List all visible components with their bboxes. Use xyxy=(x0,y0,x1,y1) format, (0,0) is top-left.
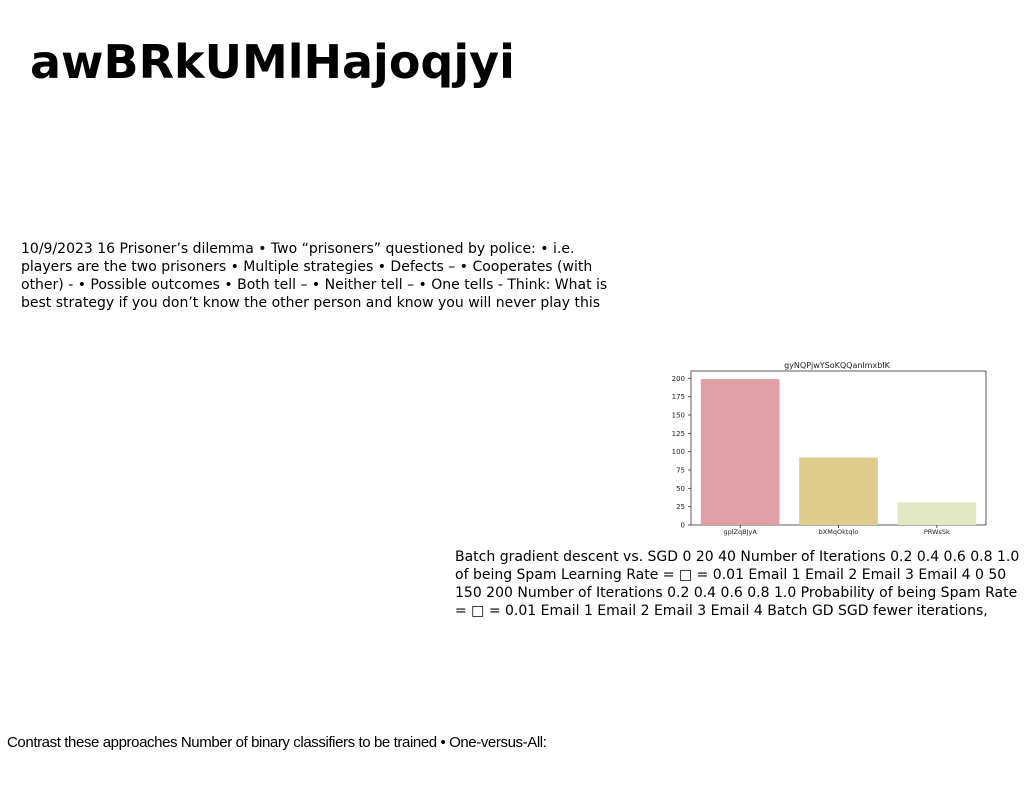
slide-title: awBRkUMlHajoqjyi xyxy=(30,35,515,89)
bar xyxy=(700,379,780,525)
gradient-descent-text: Batch gradient descent vs. SGD 0 20 40 N… xyxy=(455,549,1020,619)
y-tick-label: 50 xyxy=(676,485,685,493)
x-tick-label: bXMqOktqlo xyxy=(819,528,859,536)
y-tick-label: 175 xyxy=(672,393,685,401)
prisoners-dilemma-text: 10/9/2023 16 Prisoner’s dilemma • Two “p… xyxy=(21,241,608,311)
y-axis: 0 25 50 75 100 125 150 175 200 xyxy=(672,375,691,530)
x-tick-label: gplZqBJyA xyxy=(724,528,758,536)
bar-chart-svg: gyNQPjwYSoKQQanlmxbIK 0 25 50 75 100 125 150 17… xyxy=(672,361,987,536)
bar xyxy=(799,457,878,525)
y-tick-label: 25 xyxy=(676,503,685,511)
x-tick-label: PRWsSk xyxy=(924,528,950,536)
y-tick-label: 200 xyxy=(672,375,685,383)
y-tick-label: 150 xyxy=(672,412,685,420)
bar xyxy=(897,502,977,525)
classifier-approaches-text: Contrast these approaches Number of bina… xyxy=(7,734,547,751)
chart-title: gyNQPjwYSoKQQanlmxbIK xyxy=(784,361,891,370)
y-tick-label: 125 xyxy=(672,430,685,438)
y-tick-label: 75 xyxy=(676,467,685,475)
y-tick-label: 100 xyxy=(672,448,685,456)
y-tick-label: 0 xyxy=(681,522,685,530)
bar-chart: gyNQPjwYSoKQQanlmxbIK 0 25 50 75 100 125 150 17… xyxy=(660,356,994,540)
x-axis: gplZqBJyA bXMqOktqlo PRWsSk xyxy=(724,525,950,536)
